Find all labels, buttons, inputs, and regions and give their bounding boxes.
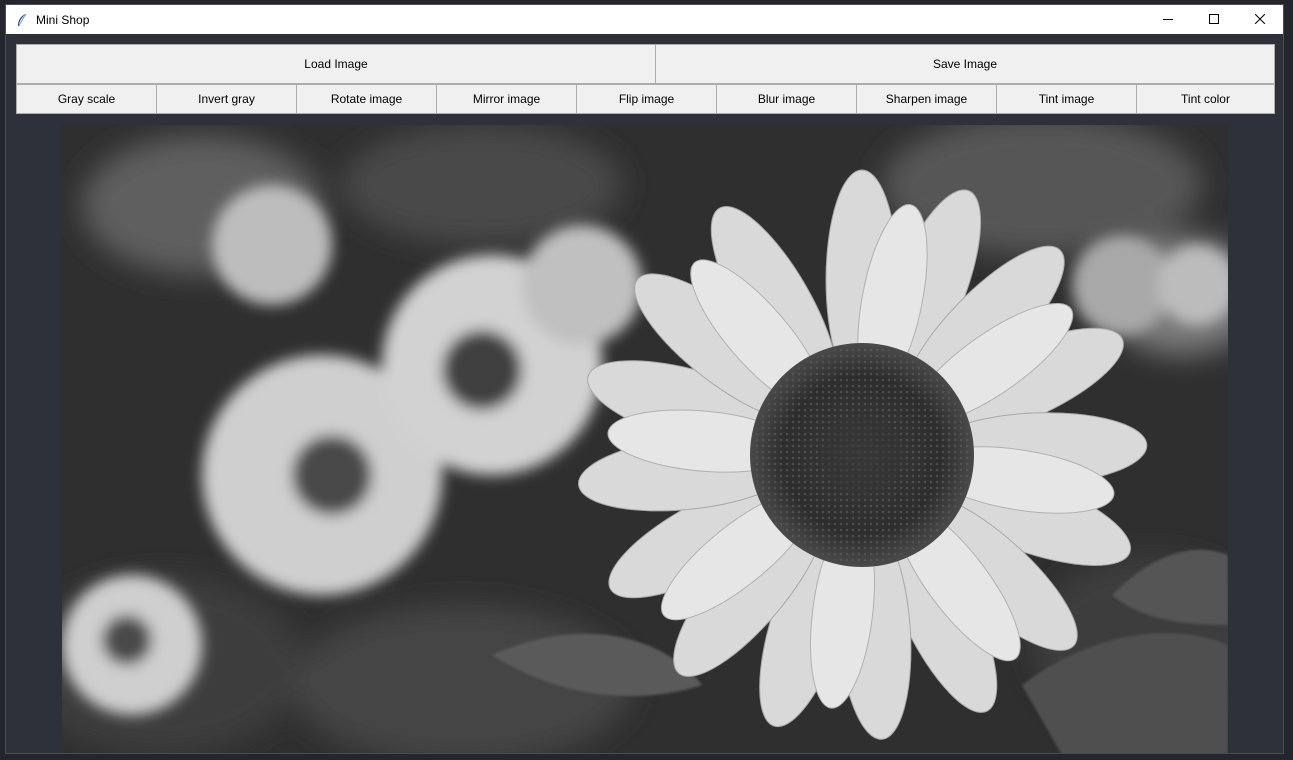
sharpen-image-button[interactable]: Sharpen image: [856, 84, 997, 114]
tint-color-button[interactable]: Tint color: [1136, 84, 1275, 114]
load-image-button[interactable]: Load Image: [16, 44, 656, 84]
blur-image-button[interactable]: Blur image: [716, 84, 857, 114]
flip-image-button[interactable]: Flip image: [576, 84, 717, 114]
image-canvas[interactable]: [62, 125, 1228, 753]
minimize-button[interactable]: [1145, 5, 1191, 34]
app-window: Mini Shop Load Image Save Image Gray sca…: [5, 4, 1284, 754]
minimize-icon: [1163, 11, 1173, 29]
sunflower-image: [62, 125, 1228, 753]
close-button[interactable]: [1237, 5, 1283, 34]
save-image-button[interactable]: Save Image: [655, 44, 1275, 84]
gray-scale-button[interactable]: Gray scale: [16, 84, 157, 114]
maximize-button[interactable]: [1191, 5, 1237, 34]
maximize-icon: [1209, 11, 1219, 29]
invert-gray-button[interactable]: Invert gray: [156, 84, 297, 114]
title-bar[interactable]: Mini Shop: [6, 5, 1283, 34]
window-title: Mini Shop: [36, 12, 90, 27]
mirror-image-button[interactable]: Mirror image: [436, 84, 577, 114]
close-icon: [1254, 11, 1266, 29]
feather-icon: [14, 12, 30, 28]
tint-image-button[interactable]: Tint image: [996, 84, 1137, 114]
window-controls: [1145, 5, 1283, 34]
rotate-image-button[interactable]: Rotate image: [296, 84, 437, 114]
